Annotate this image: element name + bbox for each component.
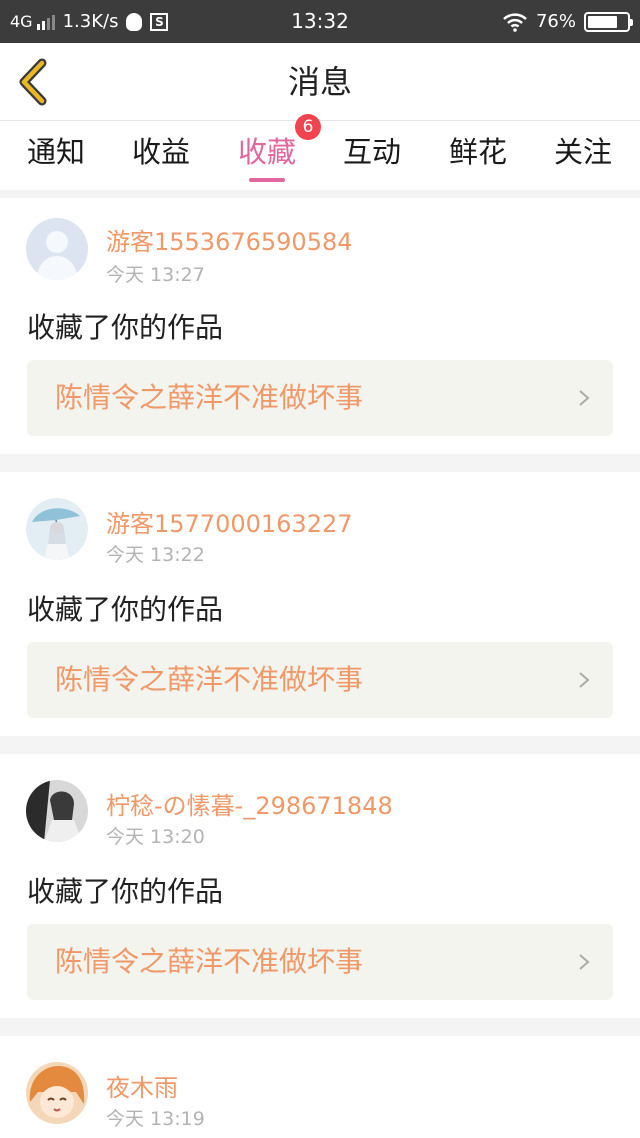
battery-percent: 76%	[535, 11, 576, 32]
tab-bar: 通知 收益 收藏 6 互动 鲜花 关注	[0, 114, 640, 190]
avatar[interactable]	[26, 498, 88, 560]
tab-label: 通知	[26, 135, 85, 169]
avatar[interactable]	[26, 1062, 88, 1124]
list-item: 游客1577000163227 今天 13:22 收藏了你的作品 陈情令之薛洋不…	[0, 472, 640, 736]
username[interactable]: 游客1577000163227	[106, 504, 353, 539]
tab-label: 关注	[553, 135, 612, 169]
battery-icon	[584, 11, 633, 32]
work-title: 陈情令之薛洋不准做坏事	[55, 945, 364, 978]
tab-earnings[interactable]: 收益	[111, 122, 211, 190]
action-text: 收藏了你的作品	[27, 593, 224, 626]
username[interactable]: 柠稔-の愫暮-_298671848	[106, 786, 393, 821]
avatar[interactable]	[26, 780, 88, 842]
anime-girl-umbrella-avatar-icon	[26, 498, 88, 560]
back-button[interactable]	[14, 57, 58, 107]
tab-label: 互动	[342, 135, 401, 169]
chevron-right-icon	[579, 672, 590, 688]
action-text: 收藏了你的作品	[27, 311, 224, 344]
list-item: 柠稔-の愫暮-_298671848 今天 13:20 收藏了你的作品 陈情令之薛…	[0, 754, 640, 1018]
tab-label: 收益	[131, 135, 190, 169]
unread-badge: 6	[295, 114, 321, 140]
active-tab-indicator	[249, 178, 285, 182]
tab-label: 鲜花	[448, 135, 507, 169]
action-text: 收藏了你的作品	[27, 875, 224, 908]
username[interactable]: 夜木雨	[106, 1068, 178, 1103]
divider	[0, 736, 640, 754]
default-user-avatar-icon	[26, 218, 88, 280]
work-title: 陈情令之薛洋不准做坏事	[55, 663, 364, 696]
chevron-left-icon	[19, 58, 47, 106]
chevron-right-icon	[579, 390, 590, 406]
list-item: 夜木雨 今天 13:19	[0, 1036, 640, 1138]
tab-favorites[interactable]: 收藏 6	[217, 114, 321, 190]
tab-interactions[interactable]: 互动	[322, 122, 422, 190]
divider	[0, 190, 640, 198]
tab-following[interactable]: 关注	[533, 122, 633, 190]
work-title: 陈情令之薛洋不准做坏事	[55, 381, 364, 414]
app-header: 消息	[0, 43, 640, 121]
timestamp: 今天 13:19	[106, 1108, 205, 1130]
timestamp: 今天 13:22	[106, 544, 205, 566]
list-item: 游客1553676590584 今天 13:27 收藏了你的作品 陈情令之薛洋不…	[0, 198, 640, 454]
timestamp: 今天 13:20	[106, 826, 205, 848]
battery-fill	[588, 15, 617, 28]
work-link[interactable]: 陈情令之薛洋不准做坏事	[27, 642, 613, 718]
work-link[interactable]: 陈情令之薛洋不准做坏事	[27, 924, 613, 1000]
chevron-right-icon	[579, 954, 590, 970]
orange-hair-anime-avatar-icon	[26, 1062, 88, 1124]
status-bar: 4G 1.3K/s S 13:32 76%	[0, 0, 640, 43]
work-link[interactable]: 陈情令之薛洋不准做坏事	[27, 360, 613, 436]
divider	[0, 454, 640, 472]
wifi-icon	[503, 12, 527, 32]
timestamp: 今天 13:27	[106, 264, 205, 286]
divider	[0, 1018, 640, 1036]
black-white-photo-avatar-icon	[26, 780, 88, 842]
tab-label: 收藏	[237, 135, 296, 169]
avatar[interactable]	[26, 218, 88, 280]
page-title: 消息	[287, 63, 352, 101]
username[interactable]: 游客1553676590584	[106, 222, 353, 257]
tab-notifications[interactable]: 通知	[6, 122, 106, 190]
tab-flowers[interactable]: 鲜花	[428, 122, 528, 190]
